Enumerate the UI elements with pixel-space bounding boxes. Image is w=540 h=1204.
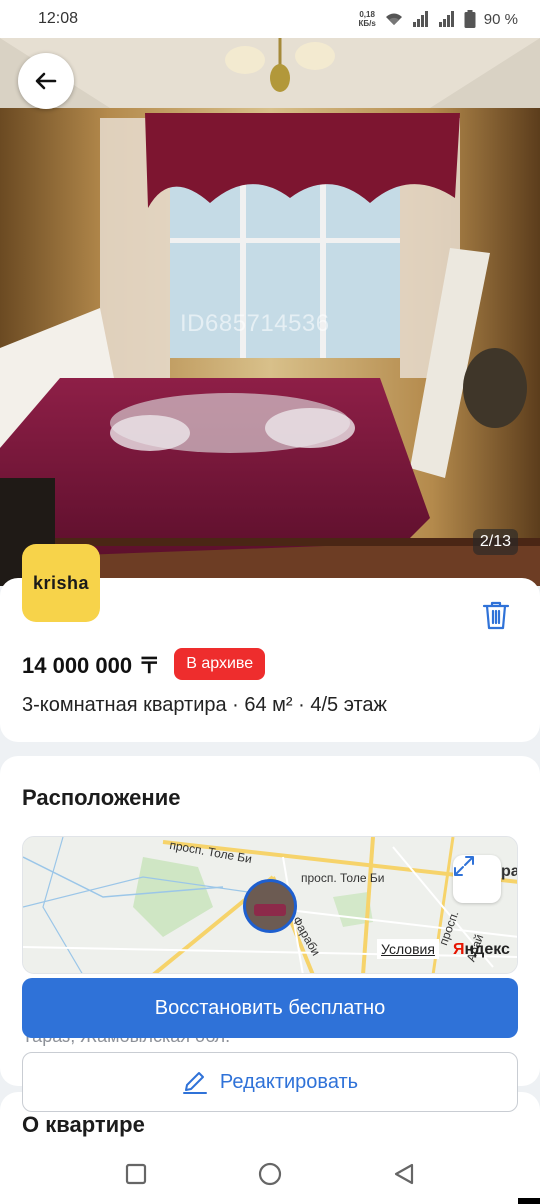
recents-button[interactable] xyxy=(125,1163,147,1190)
krisha-logo: krisha xyxy=(22,544,100,622)
listing-photo[interactable]: ID685714536 xyxy=(0,38,540,586)
signal-icon xyxy=(412,11,430,27)
screen-corner xyxy=(518,1198,540,1204)
battery-icon xyxy=(464,10,476,28)
expand-icon xyxy=(454,856,474,876)
brand-name: krisha xyxy=(32,572,90,593)
status-bar: 12:08 0,18 КБ/s 90 % xyxy=(0,0,540,38)
map-pin[interactable] xyxy=(243,879,297,933)
network-speed: 0,18 КБ/s xyxy=(358,10,376,28)
triangle-back-icon xyxy=(394,1163,413,1184)
status-icons: 0,18 КБ/s 90 % xyxy=(358,10,518,28)
restore-free-button[interactable]: Восстановить бесплатно xyxy=(22,978,518,1038)
section-title-about: О квартире xyxy=(22,1112,145,1137)
back-nav-button[interactable] xyxy=(393,1163,415,1190)
price-row: 14 000 000 〒 В архиве xyxy=(22,648,266,680)
map-view[interactable]: просп. Толе Би просп. Толе Би Фараби про… xyxy=(22,836,518,974)
circle-icon xyxy=(258,1162,282,1185)
map-street-label: ра xyxy=(501,863,518,880)
battery-percent: 90 % xyxy=(483,10,518,28)
square-icon xyxy=(126,1163,147,1184)
listing-summary: 3-комнатная квартира · 64 м² · 4/5 этаж xyxy=(22,694,387,716)
status-badge: В архиве xyxy=(174,648,266,680)
arrow-left-icon xyxy=(35,72,57,90)
signal-icon-2 xyxy=(438,11,456,27)
yandex-logo: Яндекс xyxy=(453,941,510,958)
edit-button[interactable]: Редактировать xyxy=(22,1052,518,1112)
trash-icon xyxy=(482,601,510,630)
edit-button-label: Редактировать xyxy=(219,1070,359,1093)
map-terms-link[interactable]: Условия xyxy=(377,939,439,959)
photo-counter: 2/13 xyxy=(472,529,518,555)
wifi-icon xyxy=(384,11,404,27)
home-button[interactable] xyxy=(258,1162,282,1191)
photo-watermark: ID685714536 xyxy=(180,310,330,337)
pencil-icon xyxy=(182,1072,207,1094)
price: 14 000 000 〒 xyxy=(22,653,161,678)
delete-button[interactable] xyxy=(482,600,510,635)
map-street-label: просп. Толе Би xyxy=(301,871,385,885)
system-nav-bar xyxy=(0,1148,540,1204)
expand-map-button[interactable] xyxy=(453,855,501,903)
back-button[interactable] xyxy=(18,53,74,109)
section-title-location: Расположение xyxy=(22,785,181,810)
status-time: 12:08 xyxy=(38,10,79,27)
